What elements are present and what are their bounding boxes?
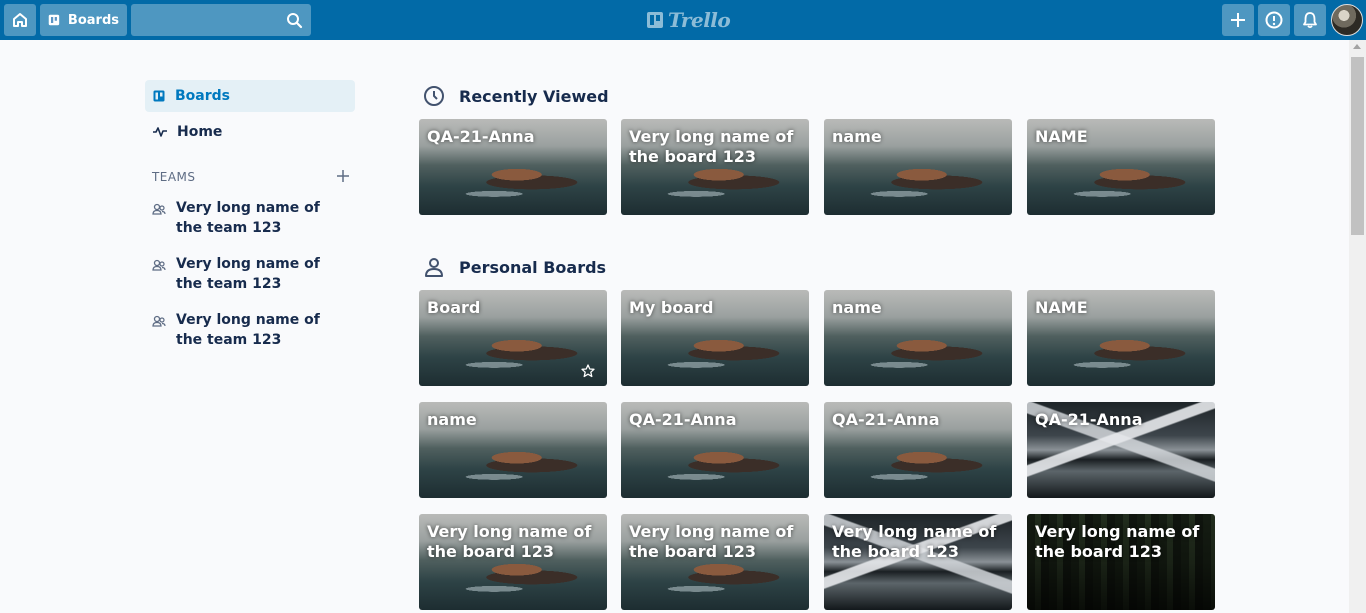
board-title: name xyxy=(832,298,882,317)
notifications-button[interactable] xyxy=(1294,4,1326,36)
board-title: QA-21-Anna xyxy=(1035,410,1143,429)
board-title: QA-21-Anna xyxy=(832,410,940,429)
board-tile[interactable]: name xyxy=(419,402,607,498)
board-tile[interactable]: QA-21-Anna xyxy=(1027,402,1215,498)
sidebar-item-team[interactable]: Very long name of the team 123 xyxy=(152,254,352,294)
board-tile[interactable]: QA-21-Anna xyxy=(824,402,1012,498)
info-button[interactable] xyxy=(1258,4,1290,36)
section-title: Recently Viewed xyxy=(459,86,609,106)
board-title: Very long name of the board 123 xyxy=(427,522,592,561)
search-input[interactable] xyxy=(131,4,311,36)
activity-icon xyxy=(153,127,167,137)
board-tile[interactable]: name xyxy=(824,119,1012,215)
top-header: Boards Trello xyxy=(0,0,1366,40)
board-tile[interactable]: Very long name of the board 123 xyxy=(621,119,809,215)
person-icon xyxy=(425,258,443,277)
scroll-up-arrow-icon[interactable] xyxy=(1353,44,1361,49)
sidebar-item-team[interactable]: Very long name of the team 123 xyxy=(152,198,352,238)
recently-viewed-header: Recently Viewed xyxy=(423,85,609,107)
board-tile[interactable]: NAME xyxy=(1027,290,1215,386)
board-title: QA-21-Anna xyxy=(629,410,737,429)
board-title: NAME xyxy=(1035,127,1088,146)
board-title: Very long name of the board 123 xyxy=(629,127,794,166)
avatar[interactable] xyxy=(1331,4,1363,36)
boards-button-label: Boards xyxy=(67,12,119,28)
team-icon xyxy=(152,259,166,271)
home-button[interactable] xyxy=(4,4,36,36)
trello-logo-icon xyxy=(647,12,663,28)
create-button[interactable] xyxy=(1222,4,1254,36)
board-tile[interactable]: name xyxy=(824,290,1012,386)
bell-icon xyxy=(1303,12,1317,29)
boards-icon xyxy=(48,14,60,26)
section-title: Personal Boards xyxy=(459,257,607,277)
boards-icon xyxy=(153,90,165,102)
trello-logo-text: Trello xyxy=(668,8,731,32)
team-icon xyxy=(152,203,166,215)
sidebar-item-label: Boards xyxy=(175,88,230,104)
clock-icon xyxy=(424,86,444,106)
board-tile[interactable]: Very long name of the board 123 xyxy=(621,514,809,610)
team-name: Very long name of the team 123 xyxy=(176,312,320,348)
search-icon[interactable] xyxy=(286,12,303,29)
boards-button[interactable]: Boards xyxy=(40,4,127,36)
board-tile[interactable]: Board xyxy=(419,290,607,386)
star-icon[interactable] xyxy=(581,364,595,378)
sidebar-item-boards[interactable]: Boards xyxy=(145,80,355,112)
sidebar-item-label: Home xyxy=(177,124,223,140)
home-icon xyxy=(13,13,27,27)
board-title: QA-21-Anna xyxy=(427,127,535,146)
board-tile[interactable]: QA-21-Anna xyxy=(419,119,607,215)
board-title: NAME xyxy=(1035,298,1088,317)
personal-boards-header: Personal Boards xyxy=(423,256,606,278)
sidebar-item-home[interactable]: Home xyxy=(145,116,355,148)
board-tile[interactable]: My board xyxy=(621,290,809,386)
teams-header: TEAMS xyxy=(152,170,196,184)
board-tile[interactable]: Very long name of the board 123 xyxy=(824,514,1012,610)
team-name: Very long name of the team 123 xyxy=(176,200,320,236)
plus-icon xyxy=(1231,13,1245,27)
board-tile[interactable]: QA-21-Anna xyxy=(621,402,809,498)
board-title: Board xyxy=(427,298,481,317)
plus-icon[interactable] xyxy=(335,168,351,184)
board-tile[interactable]: NAME xyxy=(1027,119,1215,215)
board-title: My board xyxy=(629,298,714,317)
info-icon xyxy=(1265,11,1283,29)
board-tile[interactable]: Very long name of the board 123 xyxy=(1027,514,1215,610)
sidebar-item-team[interactable]: Very long name of the team 123 xyxy=(152,310,352,350)
scrollbar-thumb[interactable] xyxy=(1351,57,1364,235)
board-title: Very long name of the board 123 xyxy=(629,522,794,561)
trello-logo[interactable]: Trello xyxy=(646,8,731,32)
team-icon xyxy=(152,315,166,327)
board-tile[interactable]: Very long name of the board 123 xyxy=(419,514,607,610)
board-title: name xyxy=(832,127,882,146)
board-title: Very long name of the board 123 xyxy=(832,522,997,561)
board-title: name xyxy=(427,410,477,429)
board-title: Very long name of the board 123 xyxy=(1035,522,1200,561)
team-name: Very long name of the team 123 xyxy=(176,256,320,292)
